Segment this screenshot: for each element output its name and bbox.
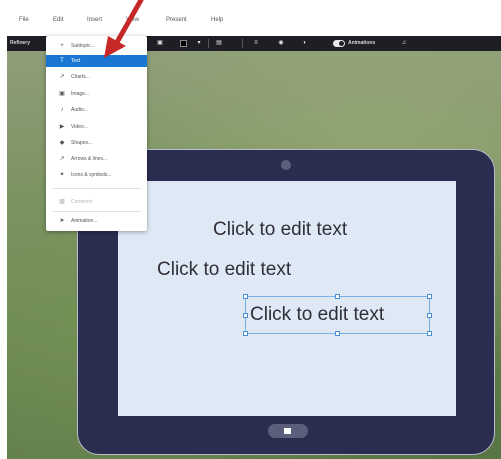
effects-icon[interactable]: ◑ [300,39,308,47]
menu-item-charts[interactable]: ↗ Charts... [46,71,147,83]
menu-view[interactable]: View [126,17,139,23]
menu-item-label: Video... [71,124,88,130]
resize-handle-left[interactable] [243,313,248,318]
toolbar-divider [208,39,209,48]
resize-handle-bottom-left[interactable] [243,331,248,336]
list-icon[interactable]: ≡ [252,39,260,47]
menu-item-label: Text [71,58,81,64]
shapes-icon: ◆ [59,140,65,146]
menu-file[interactable]: File [19,17,29,23]
color-swatch[interactable] [180,40,187,47]
toolbar-title: Refinery [10,40,31,46]
chart-icon: ↗ [59,74,65,80]
menu-item-shapes[interactable]: ◆ Shapes... [46,137,147,149]
menu-item-label: Subtopic... [71,43,95,49]
text-box-3[interactable]: Click to edit text [250,304,384,326]
visibility-icon[interactable]: ◉ [277,39,285,47]
menu-item-video[interactable]: ▶ Video... [46,121,147,133]
menu-item-audio[interactable]: ♪ Audio... [46,104,147,116]
animation-icon: ➤ [59,218,65,224]
insert-dropdown-menu: + Subtopic... T Text ↗ Charts... ▣ Image… [46,36,147,231]
text-box-1[interactable]: Click to edit text [213,219,347,241]
menu-item-label: Audio... [71,107,88,113]
animations-toggle[interactable] [333,40,345,47]
tablet-home-button [268,424,308,438]
align-icon[interactable]: ▤ [215,39,223,47]
comment-icon: ▩ [59,199,65,205]
menu-item-label: Charts... [71,74,90,80]
resize-handle-top-right[interactable] [427,294,432,299]
menu-edit[interactable]: Edit [53,17,63,23]
menu-item-label: Comment [71,199,93,205]
menu-bar: File Edit Insert View Present Help [0,0,501,36]
menu-help[interactable]: Help [211,17,223,23]
resize-handle-top[interactable] [335,294,340,299]
menu-item-label: Arrows & lines... [71,156,108,162]
tablet-camera [281,160,291,170]
resize-handle-right[interactable] [427,313,432,318]
selected-text-box[interactable]: Click to edit text [243,294,432,336]
text-icon: T [60,58,64,64]
menu-item-comment: ▩ Comment [46,196,147,208]
menu-item-label: Animation... [71,218,98,224]
image-icon: ▣ [59,91,65,97]
menu-item-text[interactable]: T Text [46,55,147,67]
menu-item-image[interactable]: ▣ Image... [46,88,147,100]
plus-icon: + [60,43,64,49]
animations-label: Animations [348,40,376,46]
chevron-down-icon[interactable]: ▾ [195,39,203,47]
audio-icon: ♪ [60,107,64,113]
resize-handle-top-left[interactable] [243,294,248,299]
toolbar-divider [242,39,243,48]
menu-divider [52,188,141,189]
resize-handle-bottom[interactable] [335,331,340,336]
text-box-2[interactable]: Click to edit text [157,259,291,281]
menu-insert[interactable]: Insert [87,17,102,23]
menu-present[interactable]: Present [166,17,187,23]
menu-item-subtopic[interactable]: + Subtopic... [46,40,147,52]
menu-item-label: Shapes... [71,140,93,146]
symbol-icon: ✦ [59,172,65,178]
resize-handle-bottom-right[interactable] [427,331,432,336]
music-icon[interactable]: ♫ [400,39,408,47]
menu-divider [52,211,141,212]
menu-item-icons-symbols[interactable]: ✦ Icons & symbols... [46,169,147,181]
arrow-icon: ↗ [59,156,65,162]
layout-icon[interactable]: ▣ [156,39,164,47]
video-icon: ▶ [59,124,65,130]
menu-item-arrows-lines[interactable]: ↗ Arrows & lines... [46,153,147,165]
menu-item-animation[interactable]: ➤ Animation... [46,215,147,227]
menu-item-label: Icons & symbols... [71,172,112,178]
menu-item-label: Image... [71,91,90,97]
